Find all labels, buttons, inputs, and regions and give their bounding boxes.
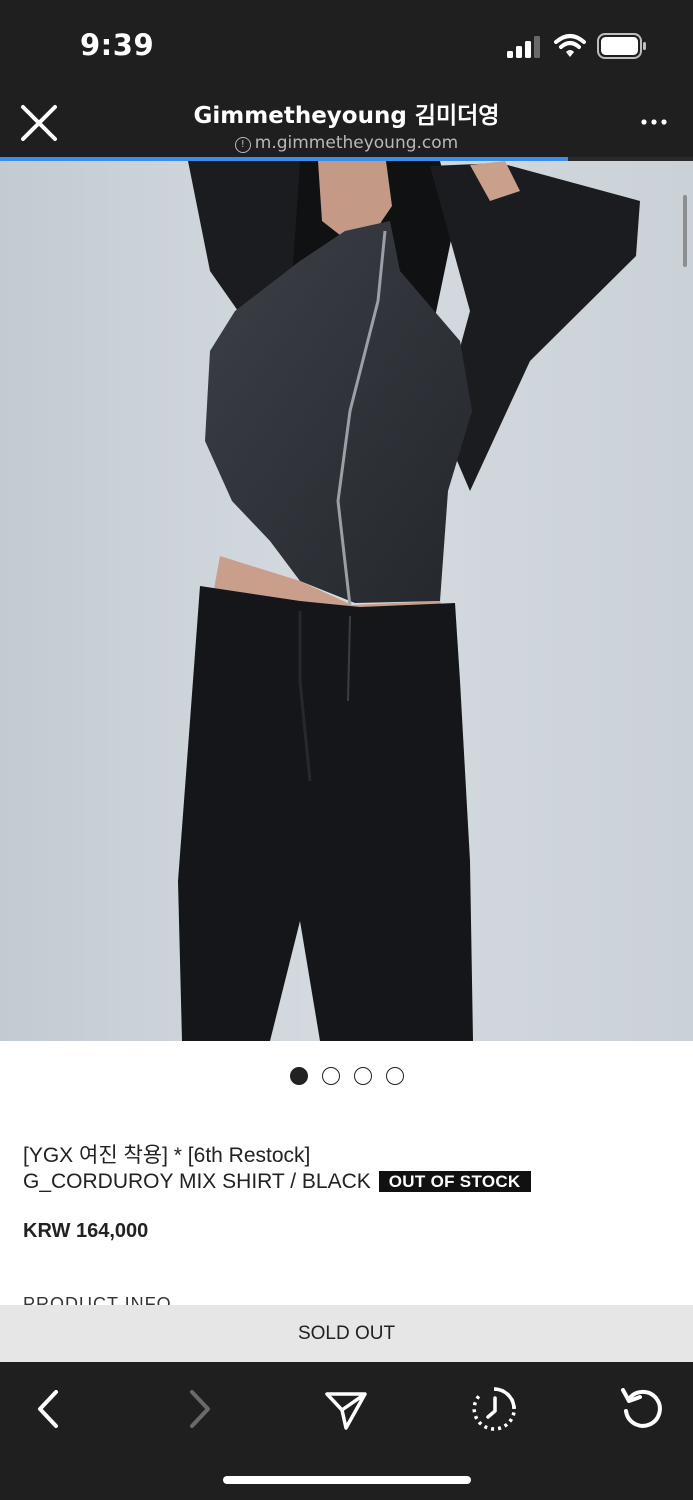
image-carousel-dots: [0, 1067, 693, 1091]
product-image[interactable]: [0, 161, 693, 1041]
url-label[interactable]: ! m.gimmetheyoung.com: [0, 133, 693, 153]
out-of-stock-badge: OUT OF STOCK: [378, 1171, 531, 1192]
share-send-icon[interactable]: [322, 1385, 370, 1433]
product-title-line1: [YGX 여진 착용] * [6th Restock]: [23, 1144, 311, 1167]
carousel-dot[interactable]: [353, 1067, 372, 1085]
sold-out-button[interactable]: SOLD OUT: [0, 1305, 693, 1362]
carousel-dot[interactable]: [289, 1067, 308, 1085]
url-text: m.gimmetheyoung.com: [254, 133, 459, 153]
carousel-dot[interactable]: [385, 1067, 404, 1085]
product-title-line2: G_CORDUROY MIX SHIRT / BLACK: [23, 1170, 371, 1193]
section-heading: PRODUCT INFO: [23, 1296, 423, 1305]
page-title: Gimmetheyoung 김미더영: [193, 103, 500, 129]
info-icon: !: [234, 137, 251, 153]
cellular-signal-icon: [507, 36, 540, 58]
product-price: KRW 164,000: [23, 1220, 149, 1242]
back-icon[interactable]: [25, 1385, 73, 1433]
scrollbar[interactable]: [683, 195, 687, 267]
more-options-button[interactable]: [634, 106, 674, 136]
more-horizontal-icon: [641, 119, 667, 125]
reload-icon[interactable]: [618, 1385, 666, 1433]
battery-icon: [597, 33, 646, 59]
product-title: [YGX 여진 착용] * [6th Restock] G_CORDUROY M…: [23, 1143, 673, 1195]
forward-icon[interactable]: [175, 1385, 223, 1433]
status-time: 9:39: [80, 28, 155, 62]
wifi-icon: [554, 34, 586, 57]
section-heading-text: PRODUCT INFO: [23, 1296, 172, 1305]
history-clock-icon[interactable]: [470, 1385, 518, 1433]
home-indicator[interactable]: [223, 1476, 471, 1484]
carousel-dot[interactable]: [321, 1067, 340, 1085]
